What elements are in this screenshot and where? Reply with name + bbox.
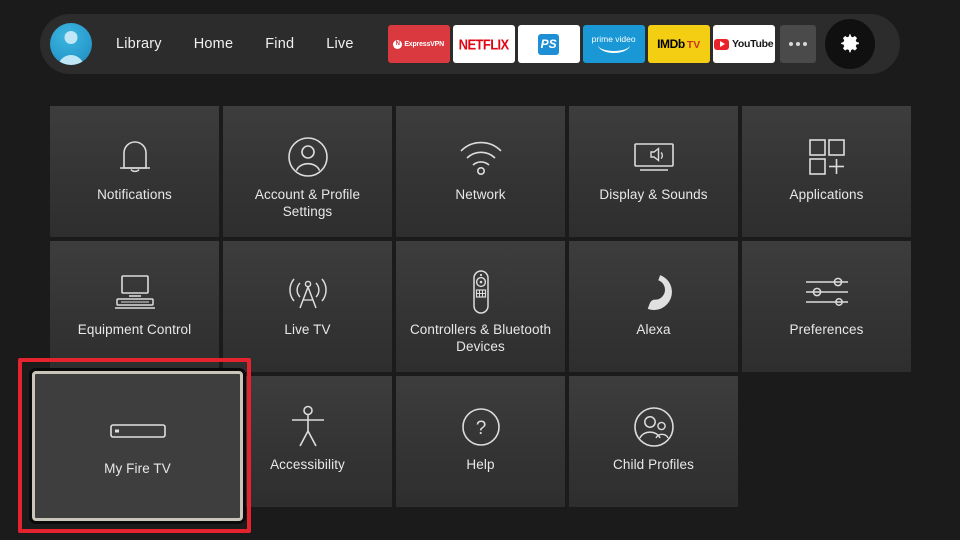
child-profiles-icon-wrap [632,404,676,450]
bell-icon-wrap [115,134,155,180]
tile-row-1: Notifications Account & Profile Settings [50,106,911,237]
fire-tv-settings-screen: Library Home Find Live N ExpressVPN NETF… [0,0,960,540]
netflix-wordmark: NETFLIX [458,35,510,53]
person-circle-icon-wrap [286,134,330,180]
nav-find[interactable]: Find [249,30,310,58]
tile-row-2: Equipment Control Live TV Controllers & … [50,241,911,372]
tile-display-sounds[interactable]: Display & Sounds [569,106,738,237]
tile-equipment-control[interactable]: Equipment Control [50,241,219,372]
imdb-tv-suffix: TV [686,39,701,51]
app-playstation[interactable]: PS [517,25,580,63]
tile-label: Help [466,457,495,472]
youtube-wordmark: YouTube [732,38,774,50]
user-avatar[interactable] [50,23,92,65]
sliders-icon-wrap [802,269,852,315]
tile-preferences[interactable]: Preferences [742,241,911,372]
app-youtube[interactable]: YouTube [712,25,775,63]
nav-links: Library Home Find Live [100,30,370,58]
prime-video-wordmark: prime video [591,34,636,45]
remote-control-icon-wrap [468,269,494,315]
tile-label: Controllers & Bluetooth Devices [409,322,552,354]
tile-controllers-bluetooth[interactable]: Controllers & Bluetooth Devices [396,241,565,372]
playstation-logo-icon: PS [538,33,560,55]
tile-live-tv[interactable]: Live TV [223,241,392,372]
gear-icon [840,34,859,53]
expressvpn-logo: N ExpressVPN [393,39,444,49]
accessibility-icon-wrap [288,404,328,450]
nav-home[interactable]: Home [178,30,249,58]
tile-child-profiles[interactable]: Child Profiles [569,376,738,507]
tile-label: Notifications [97,187,172,202]
sliders-icon [805,277,848,306]
expressvpn-wordmark: ExpressVPN [404,40,444,48]
tile-help[interactable]: ? Help [396,376,565,507]
imdb-tv-logo: IMDb TV [657,37,700,51]
avatar-body [58,55,84,65]
nav-library[interactable]: Library [100,30,178,58]
expressvpn-mark-icon: N [393,39,403,49]
tile-my-fire-tv-wrapper: My Fire TV [32,371,243,521]
tile-accessibility[interactable]: Accessibility [223,376,392,507]
tile-label: Accessibility [270,457,345,472]
tile-label: Preferences [789,322,864,337]
child-profiles-icon [633,407,674,447]
tv-speaker-icon [633,143,674,171]
bell-icon [119,141,150,173]
monitor-keyboard-icon-wrap [111,269,159,315]
fire-tv-stick-icon [109,424,166,438]
app-squares-plus-icon [808,139,845,175]
app-shortcut-list: N ExpressVPN NETFLIX PS prime video IMDb [387,19,875,69]
tile-network[interactable]: Network [396,106,565,237]
nav-live[interactable]: Live [310,30,369,58]
tile-label: Child Profiles [613,457,694,472]
wifi-icon [459,141,502,175]
tile-label: Account & Profile Settings [254,187,361,219]
amazon-smile-icon [597,45,630,53]
tile-label: Display & Sounds [599,187,708,202]
person-circle-icon [287,137,328,177]
imdb-wordmark: IMDb [657,37,685,51]
alexa-ring-icon [647,275,672,310]
antenna-tower-icon-wrap [285,269,331,315]
question-circle-icon: ? [461,408,500,446]
app-squares-plus-icon-wrap [805,134,849,180]
remote-control-icon [472,270,489,314]
antenna-tower-icon [288,278,327,309]
monitor-keyboard-icon [114,275,155,309]
accessibility-icon [291,405,324,447]
app-prime-video[interactable]: prime video [582,25,645,63]
prime-video-logo: prime video [591,34,636,53]
ellipsis-icon-dot-2 [795,42,800,46]
more-apps-button[interactable] [779,25,816,63]
tile-label: Applications [789,187,864,202]
svg-text:?: ? [475,418,486,439]
wifi-icon-wrap [457,134,505,180]
app-netflix[interactable]: NETFLIX [452,25,515,63]
tv-speaker-icon-wrap [630,134,678,180]
ellipsis-icon-dot-1 [788,42,793,46]
ellipsis-icon-dot-3 [802,42,807,46]
tile-account-profile-settings[interactable]: Account & Profile Settings [223,106,392,237]
tile-label: Alexa [636,322,671,337]
tile-alexa[interactable]: Alexa [569,241,738,372]
question-circle-icon-wrap: ? [460,404,502,450]
app-imdb-tv[interactable]: IMDb TV [647,25,710,63]
tile-notifications[interactable]: Notifications [50,106,219,237]
fire-tv-stick-icon-wrap [109,408,167,454]
tile-label: Equipment Control [77,322,192,337]
app-expressvpn[interactable]: N ExpressVPN [387,25,450,63]
youtube-play-icon [714,38,729,50]
tile-label: Live TV [284,322,331,337]
settings-button[interactable] [824,19,875,69]
tile-label: Network [455,187,506,202]
avatar-head [64,31,78,44]
tile-my-fire-tv[interactable]: My Fire TV [32,371,243,521]
tile-applications[interactable]: Applications [742,106,911,237]
top-navigation-bar: Library Home Find Live N ExpressVPN NETF… [40,14,900,74]
tile-label: My Fire TV [104,461,171,476]
alexa-ring-icon-wrap [633,269,675,315]
